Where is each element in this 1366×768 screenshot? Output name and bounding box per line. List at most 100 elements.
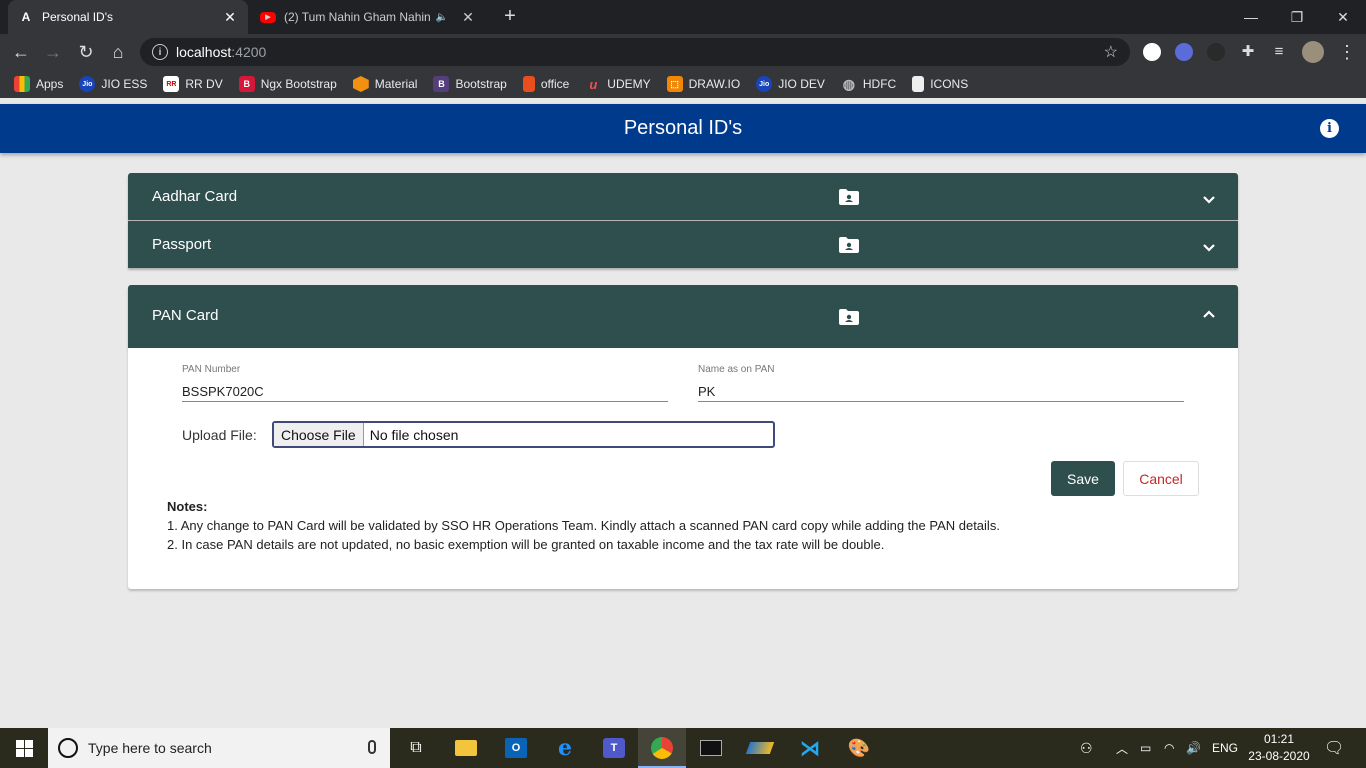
bookmark-label: Bootstrap bbox=[455, 77, 507, 91]
start-button[interactable] bbox=[0, 728, 48, 768]
profile-avatar[interactable] bbox=[1302, 41, 1324, 63]
bootstrap-icon: B bbox=[433, 76, 450, 92]
panel-pan-card[interactable]: PAN Card bbox=[128, 285, 1238, 348]
youtube-icon: ▶ bbox=[260, 11, 276, 23]
bookmark-material[interactable]: Material bbox=[352, 76, 418, 92]
panel-title: Passport bbox=[152, 236, 212, 253]
office-icon bbox=[522, 76, 535, 92]
bookmark-rr-dv[interactable]: RR RR DV bbox=[163, 76, 223, 92]
puzzle-icon[interactable]: ✚ bbox=[1237, 41, 1259, 63]
bookmark-label: ICONS bbox=[930, 77, 969, 91]
edge-icon[interactable]: e bbox=[549, 732, 581, 764]
paint-icon[interactable]: 🎨 bbox=[843, 732, 875, 764]
pan-number-label: PAN Number bbox=[182, 364, 241, 375]
taskbar-search[interactable]: Type here to search bbox=[48, 728, 390, 768]
bookmark-bootstrap[interactable]: B Bootstrap bbox=[433, 76, 507, 92]
close-tab-icon[interactable]: ✕ bbox=[460, 9, 476, 26]
show-hidden-icons[interactable]: ︿ bbox=[1116, 728, 1128, 768]
info-icon[interactable]: i bbox=[1320, 119, 1339, 138]
notes-title: Notes: bbox=[167, 499, 208, 514]
file-status-text: No file chosen bbox=[369, 426, 459, 443]
windows-logo-icon bbox=[15, 739, 33, 757]
close-tab-icon[interactable]: ✕ bbox=[222, 9, 238, 26]
save-button[interactable]: Save bbox=[1051, 461, 1115, 496]
extension-dark-icon[interactable] bbox=[1207, 43, 1225, 61]
panel-aadhar-card[interactable]: Aadhar Card bbox=[128, 173, 1238, 220]
battery-icon[interactable]: ▭ bbox=[1140, 728, 1151, 768]
pan-number-input[interactable] bbox=[182, 378, 668, 402]
chrome-icon[interactable] bbox=[646, 732, 678, 764]
pan-name-input[interactable] bbox=[698, 378, 1184, 402]
new-tab-icon[interactable]: + bbox=[500, 5, 520, 28]
notification-icon[interactable]: 🗨 bbox=[1324, 728, 1344, 768]
menu-dots-icon[interactable]: ⋮ bbox=[1336, 41, 1358, 63]
folder-user-icon bbox=[839, 309, 859, 325]
bookmark-ngx-bootstrap[interactable]: B Ngx Bootstrap bbox=[238, 76, 337, 92]
bookmark-label: Ngx Bootstrap bbox=[260, 77, 337, 91]
panel-passport[interactable]: Passport bbox=[128, 221, 1238, 268]
panel-title: Aadhar Card bbox=[152, 188, 238, 205]
extension-icon[interactable] bbox=[1143, 43, 1161, 61]
bookmark-label: JIO DEV bbox=[778, 77, 825, 91]
app-bar-icon[interactable] bbox=[744, 732, 776, 764]
udemy-icon: u bbox=[589, 76, 598, 92]
ngx-icon: B bbox=[238, 76, 255, 92]
pan-name-label: Name as on PAN bbox=[698, 364, 775, 375]
outlook-icon[interactable]: O bbox=[500, 732, 532, 764]
volume-icon[interactable]: 🔊 bbox=[1186, 728, 1201, 768]
file-input[interactable]: Choose File No file chosen bbox=[272, 421, 775, 448]
bookmark-office[interactable]: office bbox=[522, 76, 570, 92]
forward-icon[interactable]: → bbox=[42, 41, 64, 63]
browser-tab-strip: A Personal ID's ✕ ▶ (2) Tum Nahin Gham N… bbox=[0, 0, 1366, 34]
bookmark-hdfc[interactable]: ◍ HDFC bbox=[841, 76, 896, 92]
tab-personal-ids[interactable]: A Personal ID's ✕ bbox=[8, 0, 248, 34]
back-icon[interactable]: ← bbox=[10, 41, 32, 63]
speaker-icon[interactable]: 🔈 bbox=[434, 12, 450, 23]
microphone-icon[interactable] bbox=[368, 740, 376, 754]
terminal-icon[interactable] bbox=[695, 732, 727, 764]
bookmark-label: JIO ESS bbox=[101, 77, 148, 91]
language-indicator[interactable]: ENG bbox=[1212, 728, 1238, 768]
folder-user-icon bbox=[839, 237, 859, 253]
app-header: Personal ID's i bbox=[0, 104, 1366, 153]
wifi-icon[interactable]: ◠ bbox=[1164, 728, 1174, 768]
panel-title: PAN Card bbox=[152, 307, 219, 324]
minimize-icon[interactable]: — bbox=[1228, 0, 1274, 34]
address-bar[interactable]: i localhost:4200 ☆ bbox=[140, 38, 1130, 66]
bookmark-label: DRAW.IO bbox=[688, 77, 741, 91]
people-icon[interactable]: ⚇ bbox=[1080, 728, 1093, 768]
bookmark-icons[interactable]: ICONS bbox=[912, 76, 968, 92]
site-info-icon[interactable]: i bbox=[152, 44, 168, 60]
choose-file-button[interactable]: Choose File bbox=[274, 423, 364, 446]
tab-youtube[interactable]: ▶ (2) Tum Nahin Gham Nahin S 🔈 ✕ bbox=[252, 0, 484, 34]
bookmark-drawio[interactable]: ⬚ DRAW.IO bbox=[666, 76, 741, 92]
clock[interactable]: 01:21 23-08-2020 bbox=[1244, 731, 1314, 765]
chevron-down-icon bbox=[1203, 196, 1215, 204]
bookmark-label: office bbox=[540, 77, 570, 91]
bookmark-label: UDEMY bbox=[607, 77, 651, 91]
bookmark-apps[interactable]: Apps bbox=[14, 76, 63, 92]
cancel-button[interactable]: Cancel bbox=[1123, 461, 1199, 496]
jio-icon: Jio bbox=[756, 76, 773, 92]
extension-check-icon[interactable] bbox=[1175, 43, 1193, 61]
restore-icon[interactable]: ❐ bbox=[1274, 0, 1320, 34]
bookmark-label: Material bbox=[374, 77, 418, 91]
bookmark-jio-ess[interactable]: Jio JIO ESS bbox=[79, 76, 147, 92]
vscode-icon[interactable]: ⋊ bbox=[794, 732, 826, 764]
bookmarks-bar: Apps Jio JIO ESS RR RR DV B Ngx Bootstra… bbox=[0, 70, 1366, 98]
material-icon bbox=[352, 76, 369, 92]
teams-icon[interactable]: T bbox=[598, 732, 630, 764]
close-window-icon[interactable]: ✕ bbox=[1320, 0, 1366, 34]
reload-icon[interactable]: ↻ bbox=[75, 41, 97, 63]
chevron-up-icon bbox=[1203, 310, 1215, 318]
url-port: :4200 bbox=[231, 44, 267, 60]
bookmark-udemy[interactable]: u UDEMY bbox=[585, 76, 650, 92]
home-icon[interactable]: ⌂ bbox=[107, 41, 129, 63]
file-explorer-icon[interactable] bbox=[450, 732, 482, 764]
note-item: 1. Any change to PAN Card will be valida… bbox=[167, 518, 1000, 533]
task-view-icon[interactable]: ⧉ bbox=[400, 732, 432, 764]
media-queue-icon[interactable]: ≡ bbox=[1268, 41, 1290, 63]
page-icon bbox=[912, 76, 925, 92]
bookmark-jio-dev[interactable]: Jio JIO DEV bbox=[756, 76, 825, 92]
bookmark-star-icon[interactable]: ☆ bbox=[1104, 42, 1118, 62]
